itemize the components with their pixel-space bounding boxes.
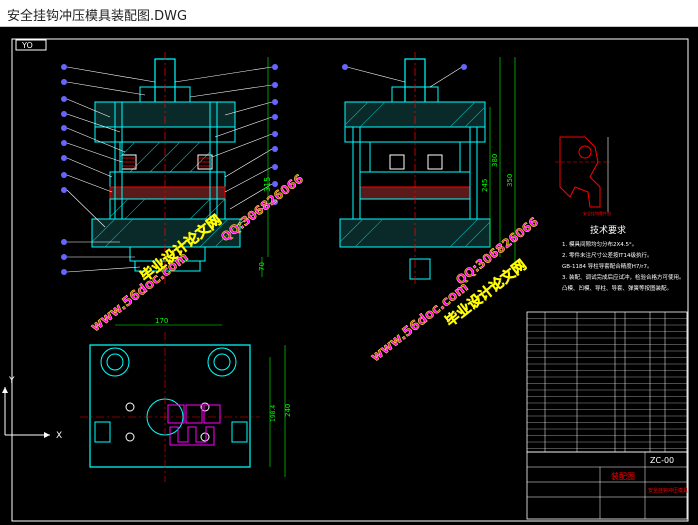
- tech-line-3: GB-1184 导柱导套配合精度H7/r7。: [562, 262, 653, 270]
- tech-line-2: 2. 零件未注尺寸公差按IT14级执行。: [562, 251, 652, 259]
- part-sketch: 安全挂钩零件图: [555, 136, 611, 216]
- title-block-title: 装配图: [611, 471, 635, 481]
- dim-70: 70: [258, 262, 266, 271]
- cad-viewport[interactable]: YO 315 70 380 350 245 安全挂钩零件图 技术要求 1. 模具…: [0, 27, 698, 525]
- window-titlebar: 安全挂钩冲压模具装配图.DWG: [0, 0, 698, 27]
- dim-240: 240: [284, 404, 292, 417]
- dim-170: 170: [155, 317, 168, 325]
- dim-350: 350: [506, 174, 514, 187]
- plan-view: 170 240 198.4: [80, 317, 292, 482]
- axis-x: X: [56, 431, 62, 441]
- watermarks: www.56doc.com 毕业设计论文网 QQ:306826066 www.5…: [88, 171, 541, 365]
- title-block-subtitle: 安全挂钩冲压模具: [648, 487, 688, 494]
- axis-y: Y: [8, 376, 15, 386]
- view-tag: YO: [21, 41, 33, 50]
- dim-198: 198.4: [270, 405, 277, 422]
- tech-heading: 技术要求: [590, 224, 626, 236]
- dim-315: 315: [263, 177, 272, 192]
- part-label: 安全挂钩零件图: [583, 210, 611, 216]
- title-block-no: ZC-00: [650, 456, 674, 465]
- dim-245: 245: [481, 179, 489, 192]
- tech-line-5: 凸模、凹模、导柱、导套、弹簧等按图装配。: [562, 284, 672, 292]
- ucs-icon: X Y: [2, 376, 62, 441]
- drawing-canvas: YO 315 70 380 350 245 安全挂钩零件图 技术要求 1. 模具…: [2, 38, 689, 522]
- bom-rows: [527, 318, 687, 449]
- window-title: 安全挂钩冲压模具装配图.DWG: [7, 9, 188, 24]
- tech-line-4: 3. 装配、调试完成后应试冲，检验合格方可使用。: [562, 273, 685, 281]
- bom-table: [526, 311, 688, 453]
- dim-380: 380: [491, 154, 499, 167]
- tech-line-1: 1. 模具间隙均匀分布2X4.5°。: [562, 240, 637, 248]
- title-block: 装配图 ZC-00 安全挂钩冲压模具: [526, 451, 688, 520]
- tech-requirements: 技术要求 1. 模具间隙均匀分布2X4.5°。 2. 零件未注尺寸公差按IT14…: [562, 224, 685, 292]
